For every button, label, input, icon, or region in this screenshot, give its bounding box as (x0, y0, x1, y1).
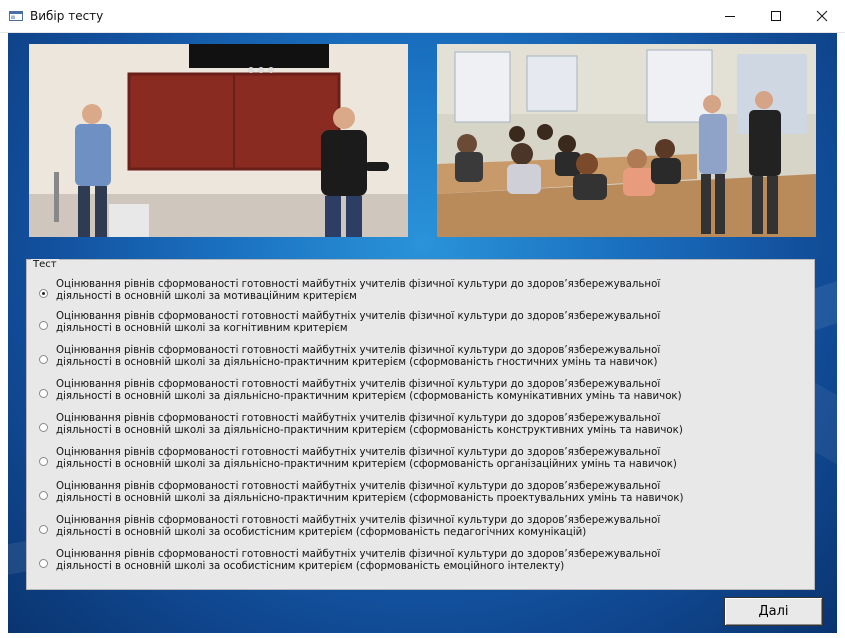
test-option[interactable]: Оцінювання рівнів сформованості готовнос… (39, 277, 799, 307)
option-label: Оцінювання рівнів сформованості готовнос… (56, 481, 796, 506)
test-option[interactable]: Оцінювання рівнів сформованості готовнос… (39, 343, 799, 373)
option-label: Оцінювання рівнів сформованості готовнос… (56, 379, 796, 404)
radio-button[interactable] (39, 457, 48, 466)
window-title: Вибір тесту (30, 9, 104, 23)
test-option[interactable]: Оцінювання рівнів сформованості готовнос… (39, 309, 799, 339)
test-option[interactable]: Оцінювання рівнів сформованості готовнос… (39, 411, 799, 441)
photo-presenters (29, 44, 408, 237)
option-label: Оцінювання рівнів сформованості готовнос… (56, 413, 796, 438)
option-label-line-1: Оцінювання рівнів сформованості готовнос… (56, 345, 661, 356)
option-label-line-1: Оцінювання рівнів сформованості готовнос… (56, 481, 661, 492)
radio-button[interactable] (39, 321, 48, 330)
maximize-icon (771, 11, 781, 21)
option-label-line-2: діяльності в основній школі за діяльнісн… (56, 493, 684, 505)
test-option[interactable]: Оцінювання рівнів сформованості готовнос… (39, 479, 799, 509)
option-label-line-2: діяльності в основній школі за особистіс… (56, 527, 587, 539)
option-label-line-1: Оцінювання рівнів сформованості готовнос… (56, 549, 661, 560)
groupbox-title: Тест (31, 259, 59, 270)
option-label-line-1: Оцінювання рівнів сформованості готовнос… (56, 311, 661, 322)
radio-button[interactable] (39, 389, 48, 398)
option-label-line-2: діяльності в основній школі за мотивацій… (56, 291, 357, 303)
minimize-icon (725, 16, 735, 17)
app-window: Вибір тесту Тест Оцінювання рівнів сформ… (0, 0, 845, 638)
photo-students (437, 44, 816, 237)
radio-button[interactable] (39, 423, 48, 432)
option-label-line-1: Оцінювання рівнів сформованості готовнос… (56, 379, 661, 390)
test-option[interactable]: Оцінювання рівнів сформованості готовнос… (39, 445, 799, 475)
radio-button[interactable] (39, 289, 48, 298)
option-label-line-1: Оцінювання рівнів сформованості готовнос… (56, 413, 661, 424)
radio-button[interactable] (39, 525, 48, 534)
option-label-line-1: Оцінювання рівнів сформованості готовнос… (56, 279, 661, 290)
option-label-line-1: Оцінювання рівнів сформованості готовнос… (56, 515, 661, 526)
option-label-line-2: діяльності в основній школі за діяльнісн… (56, 425, 683, 437)
radio-button[interactable] (39, 559, 48, 568)
option-label-line-2: діяльності в основній школі за діяльнісн… (56, 391, 682, 403)
option-label: Оцінювання рівнів сформованості готовнос… (56, 345, 796, 370)
test-groupbox: Тест Оцінювання рівнів сформованості гот… (26, 259, 815, 590)
option-label-line-1: Оцінювання рівнів сформованості готовнос… (56, 447, 661, 458)
radio-button[interactable] (39, 355, 48, 364)
title-bar[interactable]: Вибір тесту (0, 0, 845, 33)
option-label: Оцінювання рівнів сформованості готовнос… (56, 311, 796, 336)
option-label-line-2: діяльності в основній школі за діяльнісн… (56, 357, 658, 369)
test-option[interactable]: Оцінювання рівнів сформованості готовнос… (39, 377, 799, 407)
close-icon (816, 10, 828, 22)
client-area: Тест Оцінювання рівнів сформованості гот… (8, 33, 837, 633)
next-button[interactable]: Далі (724, 597, 823, 626)
option-label: Оцінювання рівнів сформованості готовнос… (56, 447, 796, 472)
app-window-icon (9, 11, 23, 21)
close-button[interactable] (799, 0, 845, 32)
option-label-line-2: діяльності в основній школі за діяльнісн… (56, 459, 677, 471)
test-option[interactable]: Оцінювання рівнів сформованості готовнос… (39, 547, 799, 577)
minimize-button[interactable] (707, 0, 753, 32)
maximize-button[interactable] (753, 0, 799, 32)
option-label: Оцінювання рівнів сформованості готовнос… (56, 515, 796, 540)
option-label: Оцінювання рівнів сформованості готовнос… (56, 279, 796, 304)
option-label-line-2: діяльності в основній школі за когнітивн… (56, 323, 348, 335)
option-label: Оцінювання рівнів сформованості готовнос… (56, 549, 796, 574)
radio-button[interactable] (39, 491, 48, 500)
option-label-line-2: діяльності в основній школі за особистіс… (56, 561, 565, 573)
test-option[interactable]: Оцінювання рівнів сформованості готовнос… (39, 513, 799, 543)
